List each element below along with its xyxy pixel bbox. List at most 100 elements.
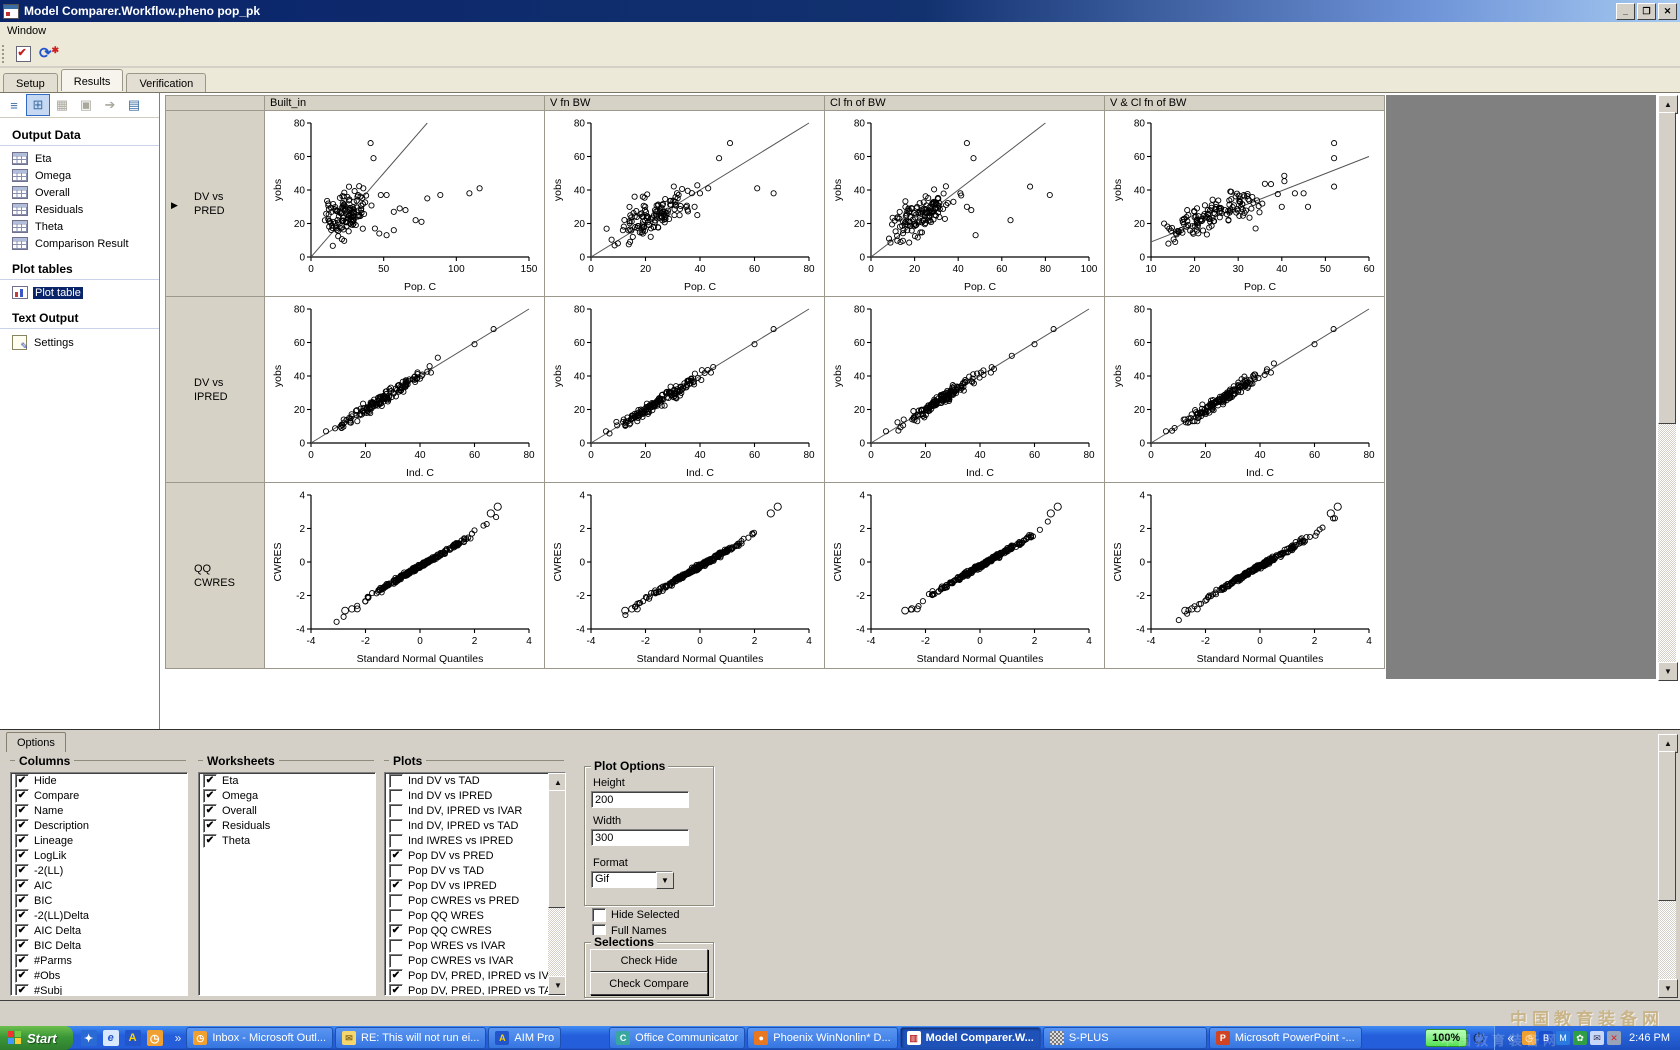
- columns-item-parms[interactable]: ✔#Parms: [11, 953, 187, 968]
- columns-item-compare[interactable]: ✔Compare: [11, 788, 187, 803]
- plot-cell-built-in-dv-vs-ipred[interactable]: 020406080020406080Ind. Cyobs: [265, 297, 545, 483]
- minimize-button[interactable]: _: [1616, 3, 1635, 20]
- columns-checkbox-aic[interactable]: ✔: [15, 879, 29, 893]
- taskbar-window-aim-pro[interactable]: AAIM Pro: [488, 1027, 561, 1049]
- scroll-down-icon[interactable]: ▼: [1658, 662, 1678, 681]
- sidebar-item-theta[interactable]: Theta: [0, 218, 159, 235]
- columns-checkbox-compare[interactable]: ✔: [15, 789, 29, 803]
- worksheets-item-omega[interactable]: ✔Omega: [199, 788, 375, 803]
- columns-checkbox-bic-delta[interactable]: ✔: [15, 939, 29, 953]
- columns-checkbox-parms[interactable]: ✔: [15, 954, 29, 968]
- worksheets-checkbox-omega[interactable]: ✔: [203, 789, 217, 803]
- taskbar-window-re-this-will-not-run-ei[interactable]: ✉RE: This will not run ei...: [335, 1027, 486, 1049]
- plot-cell-built-in-dv-vs-pred[interactable]: 050100150020406080Pop. Cyobs: [265, 111, 545, 297]
- taskbar-window-phoenix-winnonlin-d[interactable]: ●Phoenix WinNonlin* D...: [747, 1027, 897, 1049]
- print-icon[interactable]: ▤: [122, 94, 146, 116]
- sidebar-item-overall[interactable]: Overall: [0, 184, 159, 201]
- restore-button[interactable]: ❐: [1637, 3, 1656, 20]
- column-header-v-fn-bw[interactable]: V fn BW: [545, 95, 825, 111]
- worksheets-checkbox-residuals[interactable]: ✔: [203, 819, 217, 833]
- scroll-thumb[interactable]: [1658, 112, 1676, 424]
- columns-checkbox-aic-delta[interactable]: ✔: [15, 924, 29, 938]
- plots-list-scrollbar[interactable]: ▲▼: [548, 773, 565, 993]
- scroll-down-icon[interactable]: ▼: [548, 976, 566, 995]
- mail-tray-icon[interactable]: ✉: [1590, 1031, 1604, 1045]
- plot-area-scrollbar[interactable]: ▲▼: [1658, 95, 1676, 679]
- check-hide-button[interactable]: Check Hide: [590, 949, 708, 972]
- taskbar-window-s-plus[interactable]: S-PLUS: [1043, 1027, 1207, 1049]
- export-icon[interactable]: ➔: [98, 94, 122, 116]
- quick-launch-overflow-icon[interactable]: »: [171, 1031, 186, 1045]
- plots-item-pop-dv-vs-ipred[interactable]: ✔Pop DV vs IPRED: [385, 878, 565, 893]
- tab-results[interactable]: Results: [61, 69, 124, 91]
- columns-checkbox-hide[interactable]: ✔: [15, 774, 29, 788]
- taskbar-window-inbox-microsoft-outl[interactable]: ◷Inbox - Microsoft Outl...: [186, 1027, 333, 1049]
- scroll-thumb[interactable]: [548, 790, 566, 908]
- plots-item-ind-dv-ipred-vs-tad[interactable]: Ind DV, IPRED vs TAD: [385, 818, 565, 833]
- scroll-down-icon[interactable]: ▼: [1658, 979, 1678, 998]
- menu-window[interactable]: Window: [0, 22, 53, 40]
- plots-item-pop-wres-vs-ivar[interactable]: Pop WRES vs IVAR: [385, 938, 565, 953]
- plots-item-pop-dv-pred-ipred-vs-tad[interactable]: ✔Pop DV, PRED, IPRED vs TAD: [385, 983, 565, 996]
- columns-checkbox-name[interactable]: ✔: [15, 804, 29, 818]
- columns-item-hide[interactable]: ✔Hide: [11, 773, 187, 788]
- columns-item-subj[interactable]: ✔#Subj: [11, 983, 187, 996]
- plot-cell-v-cl-fn-of-bw-dv-vs-ipred[interactable]: 020406080020406080Ind. Cyobs: [1105, 297, 1385, 483]
- plots-item-ind-dv-ipred-vs-ivar[interactable]: Ind DV, IPRED vs IVAR: [385, 803, 565, 818]
- plots-item-pop-dv-pred-ipred-vs-ivar[interactable]: ✔Pop DV, PRED, IPRED vs IVAR: [385, 968, 565, 983]
- columns-item-bic-delta[interactable]: ✔BIC Delta: [11, 938, 187, 953]
- format-dropdown-icon[interactable]: ▼: [656, 872, 674, 889]
- plot-table-view-icon[interactable]: ⊞: [26, 94, 50, 116]
- column-header-v-cl-fn-of-bw[interactable]: V & Cl fn of BW: [1105, 95, 1385, 111]
- columns-checkbox-bic[interactable]: ✔: [15, 894, 29, 908]
- plots-checkbox-pop-qq-wres[interactable]: [389, 909, 403, 923]
- column-header-cl-fn-of-bw[interactable]: Cl fn of BW: [825, 95, 1105, 111]
- sidebar-item-residuals[interactable]: Residuals: [0, 201, 159, 218]
- worksheets-checkbox-theta[interactable]: ✔: [203, 834, 217, 848]
- internet-explorer-icon[interactable]: e: [103, 1030, 119, 1046]
- sidebar-item-omega[interactable]: Omega: [0, 167, 159, 184]
- plots-item-pop-dv-vs-pred[interactable]: ✔Pop DV vs PRED: [385, 848, 565, 863]
- outlook-clock-icon[interactable]: ◷: [147, 1030, 163, 1046]
- worksheets-item-overall[interactable]: ✔Overall: [199, 803, 375, 818]
- height-input[interactable]: [591, 791, 689, 808]
- plot-cell-cl-fn-of-bw-dv-vs-ipred[interactable]: 020406080020406080Ind. Cyobs: [825, 297, 1105, 483]
- plots-item-ind-dv-vs-ipred[interactable]: Ind DV vs IPRED: [385, 788, 565, 803]
- options-panel-scrollbar[interactable]: ▲▼: [1658, 734, 1676, 996]
- plots-checkbox-pop-qq-cwres[interactable]: ✔: [389, 924, 403, 938]
- column-header-built-in[interactable]: Built_in: [265, 95, 545, 111]
- check-compare-button[interactable]: Check Compare: [590, 972, 708, 995]
- columns-checkbox-2-ll-delta[interactable]: ✔: [15, 909, 29, 923]
- plots-checkbox-ind-dv-vs-tad[interactable]: [389, 774, 403, 788]
- worksheets-item-residuals[interactable]: ✔Residuals: [199, 818, 375, 833]
- plot-cell-v-fn-bw-dv-vs-pred[interactable]: 020406080020406080Pop. Cyobs: [545, 111, 825, 297]
- plots-item-pop-cwres-vs-ivar[interactable]: Pop CWRES vs IVAR: [385, 953, 565, 968]
- network-error-icon[interactable]: ✕: [1607, 1031, 1621, 1045]
- worksheets-checkbox-eta[interactable]: ✔: [203, 774, 217, 788]
- columns-item-2-ll-delta[interactable]: ✔-2(LL)Delta: [11, 908, 187, 923]
- sidebar-item-eta[interactable]: Eta: [0, 150, 159, 167]
- hide-selected-toggle[interactable]: Hide Selected: [592, 908, 680, 922]
- plots-item-pop-cwres-vs-pred[interactable]: Pop CWRES vs PRED: [385, 893, 565, 908]
- plots-checkbox-pop-cwres-vs-ivar[interactable]: [389, 954, 403, 968]
- columns-list[interactable]: ✔Hide✔Compare✔Name✔Description✔Lineage✔L…: [10, 772, 188, 996]
- taskbar-window-office-communicator[interactable]: COffice Communicator: [609, 1027, 745, 1049]
- update-swirl-icon[interactable]: ✿: [1573, 1031, 1587, 1045]
- hide-selected-checkbox[interactable]: [592, 908, 606, 922]
- plot-cell-v-cl-fn-of-bw-dv-vs-pred[interactable]: 102030405060020406080Pop. Cyobs: [1105, 111, 1385, 297]
- sidebar-item-plot-table[interactable]: Plot table: [0, 284, 159, 301]
- columns-item-2-ll[interactable]: ✔-2(LL): [11, 863, 187, 878]
- plots-checkbox-pop-dv-vs-pred[interactable]: ✔: [389, 849, 403, 863]
- columns-item-bic[interactable]: ✔BIC: [11, 893, 187, 908]
- columns-item-loglik[interactable]: ✔LogLik: [11, 848, 187, 863]
- columns-checkbox-lineage[interactable]: ✔: [15, 834, 29, 848]
- tab-setup[interactable]: Setup: [3, 73, 58, 93]
- plot-cell-v-fn-bw-qq-cwres[interactable]: -4-2024-4-2024Standard Normal QuantilesC…: [545, 483, 825, 669]
- plots-checkbox-ind-dv-ipred-vs-tad[interactable]: [389, 819, 403, 833]
- width-input[interactable]: [591, 829, 689, 846]
- aim-icon[interactable]: A: [125, 1030, 141, 1046]
- plot-cell-v-fn-bw-dv-vs-ipred[interactable]: 020406080020406080Ind. Cyobs: [545, 297, 825, 483]
- execute-icon[interactable]: ⟳✱: [37, 43, 61, 65]
- launcher-app-icon[interactable]: ✦: [81, 1030, 97, 1046]
- plot-cell-v-cl-fn-of-bw-qq-cwres[interactable]: -4-2024-4-2024Standard Normal QuantilesC…: [1105, 483, 1385, 669]
